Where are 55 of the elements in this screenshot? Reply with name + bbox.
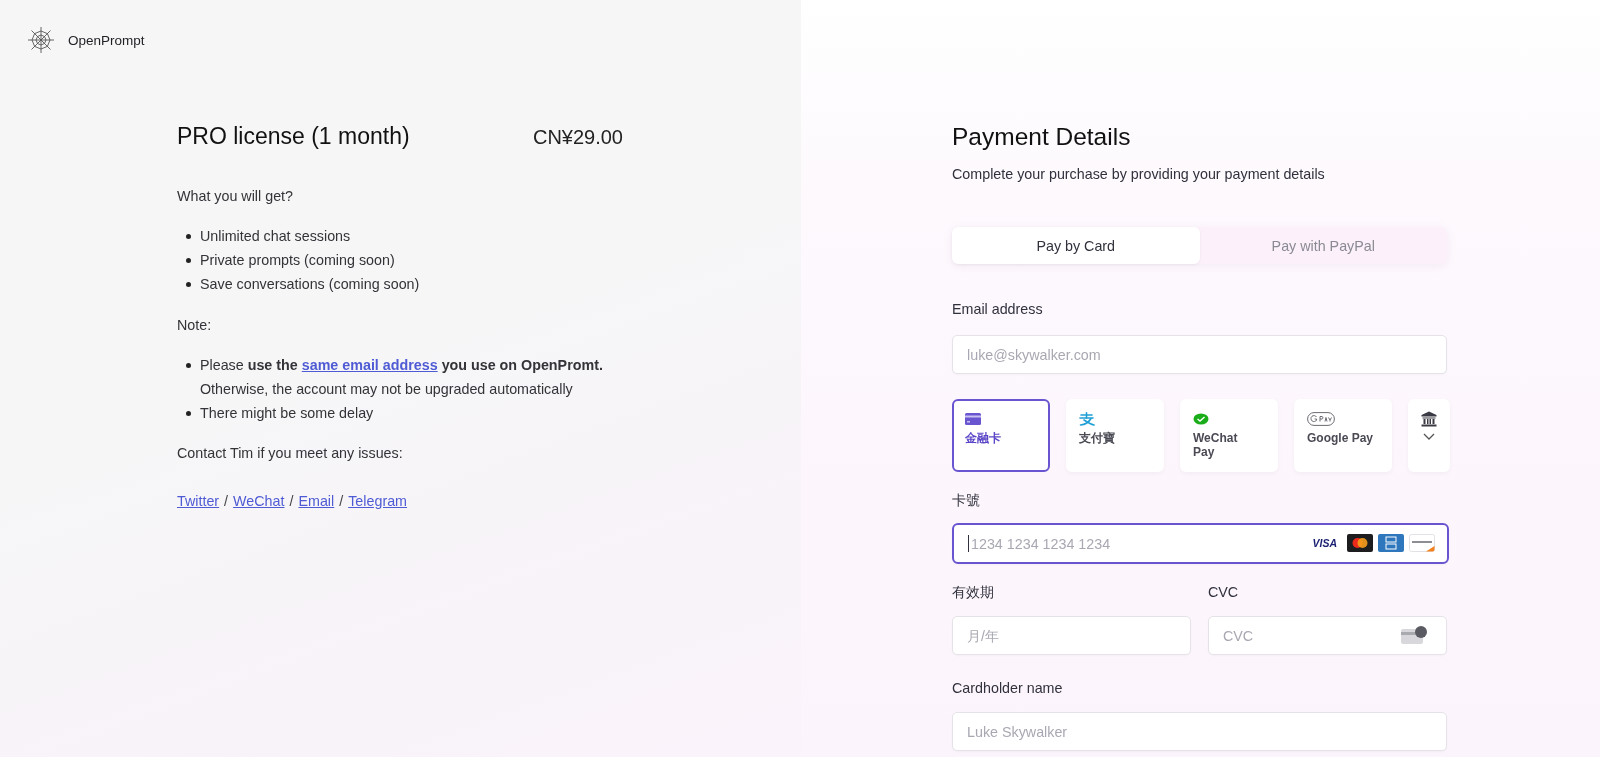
text-cursor-icon xyxy=(968,535,969,552)
payment-subtitle: Complete your purchase by providing your payment details xyxy=(952,165,1326,184)
cvc-field[interactable]: CVC xyxy=(1208,616,1447,655)
payment-method-tile[interactable]: WeChat Pay xyxy=(1180,399,1278,472)
payment-method-tile[interactable]: 金融卡 xyxy=(952,399,1050,472)
bullet-icon xyxy=(186,363,191,368)
note-text: Please use the same email address you use on OpenPromt. Otherwise, the account may not be upgraded automatically xyxy=(200,356,604,399)
email-field[interactable]: luke@skywalker.com xyxy=(952,335,1447,374)
field-label: CVC xyxy=(1208,583,1240,602)
slash-separator: / xyxy=(339,492,344,511)
mastercard-icon xyxy=(1347,534,1373,552)
discover-icon xyxy=(1409,534,1435,552)
slash-separator: / xyxy=(289,492,294,511)
contact-link[interactable]: Twitter xyxy=(177,489,220,513)
visa-logo: VISA xyxy=(1312,537,1337,549)
brand-name: OpenPrompt xyxy=(68,32,145,48)
cardholder-name-field[interactable]: Luke Skywalker xyxy=(952,712,1447,751)
spiderweb-icon xyxy=(27,26,55,54)
bank-icon xyxy=(1421,411,1437,427)
wechat-icon xyxy=(1193,413,1209,425)
chevron-down-icon xyxy=(1423,433,1435,440)
benefit-text: Unlimited chat sessions xyxy=(200,227,351,246)
benefit-text: Private prompts (coming soon) xyxy=(200,251,395,270)
field-label: 有效期 xyxy=(952,583,995,602)
contact-link[interactable]: Email xyxy=(298,489,335,513)
benefits-heading: What you will get? xyxy=(177,187,295,206)
cvc-card-icon xyxy=(1401,626,1427,644)
bullet-icon xyxy=(186,234,191,239)
contact-link[interactable]: Telegram xyxy=(348,489,407,513)
payment-title: Payment Details xyxy=(952,122,1132,152)
field-label: Email address xyxy=(952,300,1044,319)
bullet-icon xyxy=(186,282,191,287)
payment-method-tile[interactable]: Google Pay xyxy=(1294,399,1392,472)
google-pay-icon xyxy=(1307,412,1335,426)
payment-method-tile[interactable]: 支付寶 xyxy=(1066,399,1164,472)
email-link[interactable]: same email address xyxy=(301,357,438,373)
field-label: 卡號 xyxy=(952,491,981,510)
contact-link[interactable]: WeChat xyxy=(233,489,285,513)
slash-separator: / xyxy=(224,492,229,511)
credit-card-icon xyxy=(965,413,981,425)
contact-text: Contact Tim if you meet any issues: xyxy=(177,444,404,463)
amex-icon xyxy=(1378,534,1404,552)
product-price: CN¥29.00 xyxy=(532,126,623,149)
product-title: PRO license (1 month) xyxy=(177,122,410,150)
field-label: Cardholder name xyxy=(952,679,1064,698)
more-methods-button[interactable] xyxy=(1408,399,1450,472)
benefit-text: Save conversations (coming soon) xyxy=(200,275,420,294)
bullet-icon xyxy=(186,258,191,263)
notes-heading: Note: xyxy=(177,316,213,335)
note-text: There might be some delay xyxy=(200,404,374,423)
bullet-icon xyxy=(186,411,191,416)
alipay-icon xyxy=(1079,412,1095,426)
payment-tab[interactable]: Pay with PayPal xyxy=(1199,227,1447,264)
payment-tab[interactable]: Pay by Card xyxy=(952,227,1200,264)
expiry-field[interactable]: 月/年 xyxy=(952,616,1191,655)
